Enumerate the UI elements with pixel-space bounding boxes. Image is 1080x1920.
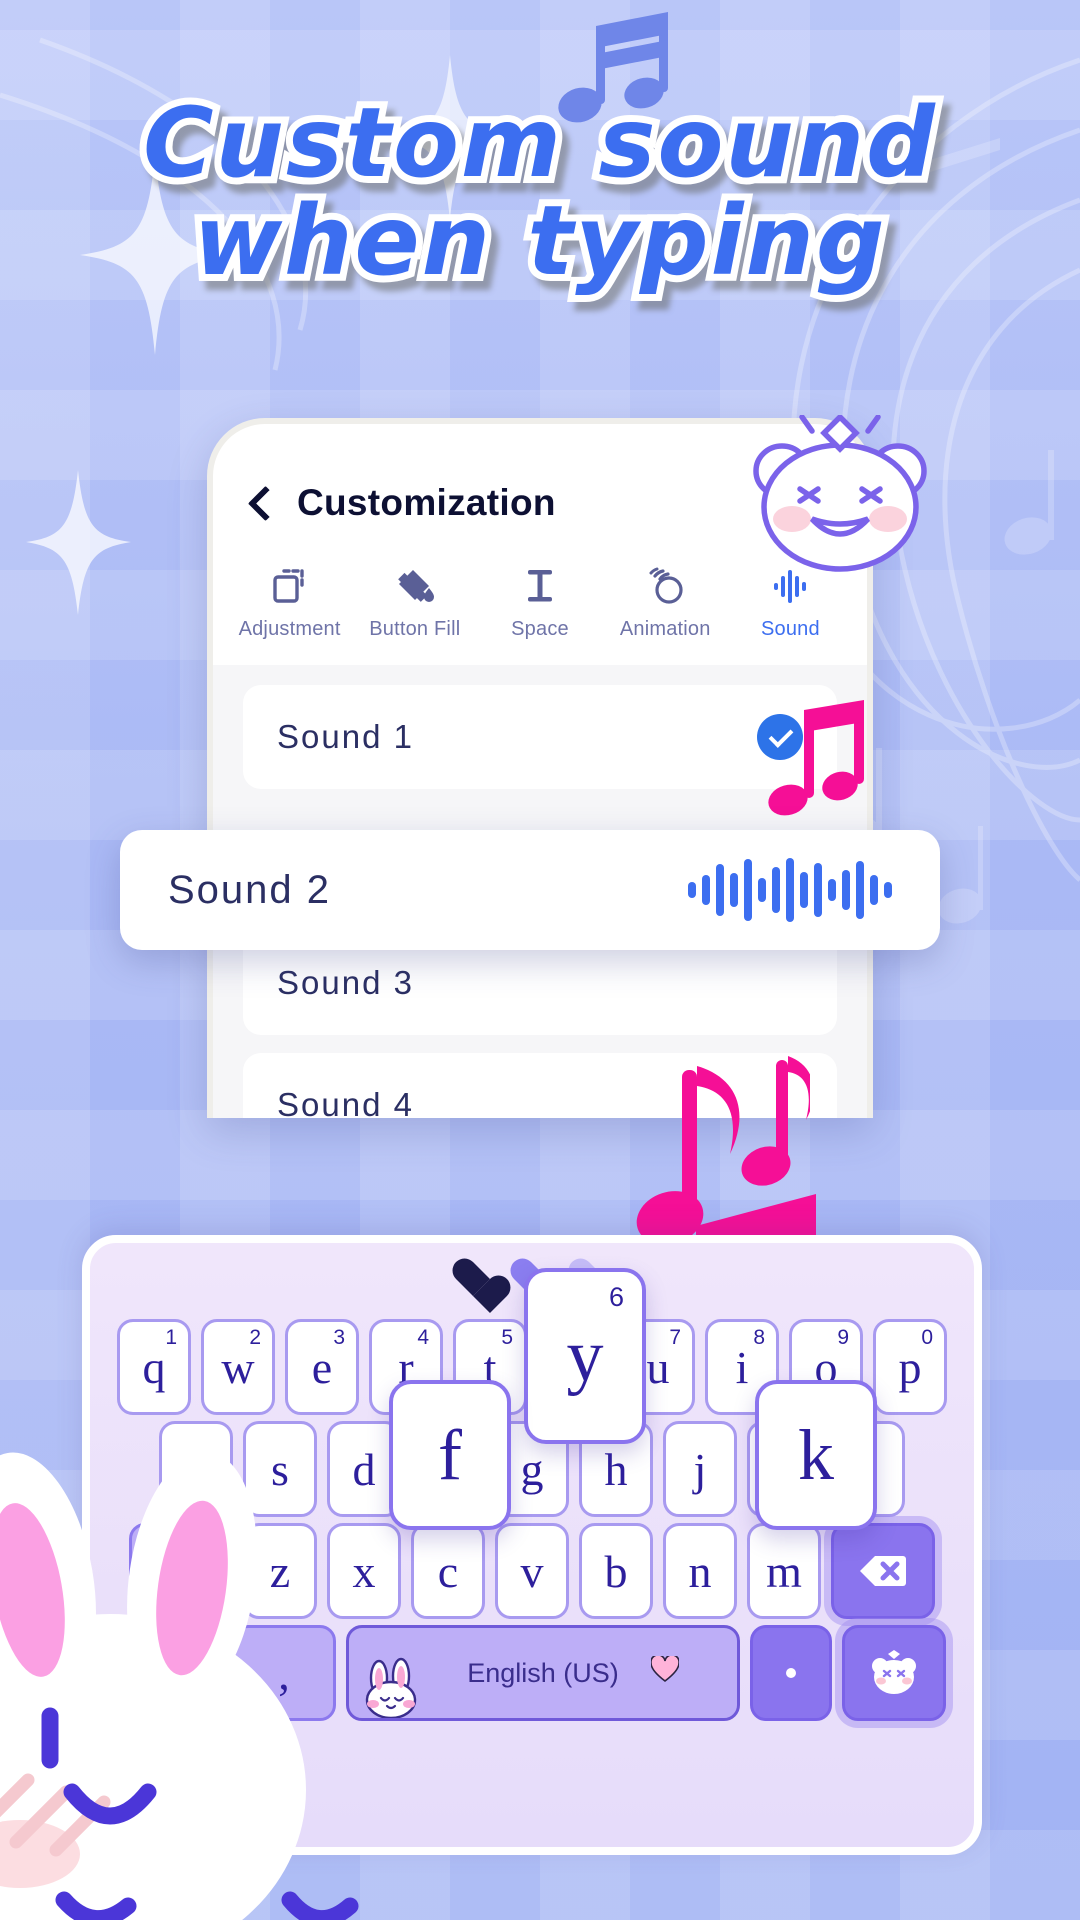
space-key[interactable]: English (US)	[346, 1625, 740, 1721]
key-superscript: 4	[417, 1326, 429, 1349]
key-c[interactable]: c	[411, 1523, 485, 1619]
music-note-pink-icon	[768, 700, 864, 816]
key-label: q	[142, 1341, 166, 1393]
key-label: y	[566, 1314, 604, 1397]
tab-label: Sound	[760, 618, 820, 640]
popped-key-k[interactable]: k	[755, 1380, 877, 1530]
backspace-icon[interactable]	[831, 1523, 935, 1619]
bear-mascot-icon	[753, 415, 927, 572]
sound-item-label: Sound 3	[277, 964, 414, 1001]
key-superscript: 7	[669, 1326, 681, 1349]
text-height-icon	[520, 564, 560, 606]
tab-label: Button Fill	[369, 618, 461, 640]
customization-tab-bar: Adjustment Button Fill Space Animation S…	[213, 564, 867, 641]
chevron-left-icon[interactable]	[241, 486, 275, 520]
key-b[interactable]: b	[579, 1523, 653, 1619]
bunny-mascot-icon	[0, 1451, 359, 1920]
key-label: g	[520, 1443, 544, 1495]
tab-label: Adjustment	[238, 618, 341, 640]
popped-key-y[interactable]: 6 y	[524, 1268, 646, 1444]
key-label: m	[766, 1545, 802, 1597]
key-superscript: 0	[921, 1326, 933, 1349]
tab-label: Animation	[619, 618, 711, 640]
key-v[interactable]: v	[495, 1523, 569, 1619]
key-w[interactable]: 2w	[201, 1319, 275, 1415]
tab-sound[interactable]: Sound	[728, 564, 853, 641]
key-superscript: 3	[333, 1326, 345, 1349]
key-label: b	[604, 1545, 628, 1597]
key-superscript: 9	[837, 1326, 849, 1349]
key-label: n	[688, 1545, 712, 1597]
heart-dark-icon[interactable]	[452, 1258, 496, 1298]
key-superscript: 5	[501, 1326, 513, 1349]
motion-circles-icon	[644, 564, 686, 606]
key-superscript: 1	[165, 1326, 177, 1349]
key-n[interactable]: n	[663, 1523, 737, 1619]
popped-key-f[interactable]: f	[389, 1380, 511, 1530]
selected-sound-card[interactable]: Sound 2	[120, 830, 940, 950]
paint-bucket-icon	[395, 564, 435, 606]
key-label: i	[735, 1341, 749, 1393]
key-e[interactable]: 3e	[285, 1319, 359, 1415]
selected-sound-label: Sound 2	[168, 867, 332, 912]
key-label: h	[604, 1443, 628, 1495]
tab-button-fill[interactable]: Button Fill	[352, 564, 477, 641]
key-period[interactable]	[750, 1625, 832, 1721]
key-label: c	[437, 1545, 459, 1597]
crop-frame-icon	[270, 564, 310, 606]
headline-line-1: Custom sound	[136, 87, 942, 199]
waveform-playing-icon[interactable]	[688, 858, 892, 922]
sound-item-label: Sound 1	[277, 718, 414, 755]
headline-line-2: when typing	[186, 184, 891, 297]
key-superscript: 8	[753, 1326, 765, 1349]
heart-pink-icon	[651, 1656, 679, 1682]
key-label: p	[898, 1341, 922, 1393]
key-q[interactable]: 1q	[117, 1319, 191, 1415]
space-label: English (US)	[467, 1657, 619, 1688]
tab-label: Space	[511, 618, 569, 640]
key-label: v	[520, 1545, 544, 1597]
bear-emoji-icon[interactable]	[842, 1625, 946, 1721]
key-label: k	[798, 1414, 834, 1495]
sound-item-label: Sound 4	[277, 1086, 414, 1118]
key-superscript: 6	[608, 1282, 624, 1312]
key-j[interactable]: j	[663, 1421, 737, 1517]
tab-space[interactable]: Space	[477, 564, 602, 641]
key-p[interactable]: 0p	[873, 1319, 947, 1415]
tab-adjustment[interactable]: Adjustment	[227, 564, 352, 641]
key-label: e	[311, 1341, 333, 1393]
page-title: Custom sound when typing	[0, 87, 1080, 297]
key-label: j	[693, 1443, 707, 1495]
key-m[interactable]: m	[747, 1523, 821, 1619]
key-label: u	[646, 1341, 670, 1393]
key-superscript: 2	[249, 1326, 261, 1349]
key-label: f	[438, 1414, 462, 1495]
list-item[interactable]: Sound 1	[243, 685, 837, 789]
tab-animation[interactable]: Animation	[603, 564, 728, 641]
page-header-title: Customization	[297, 482, 556, 523]
